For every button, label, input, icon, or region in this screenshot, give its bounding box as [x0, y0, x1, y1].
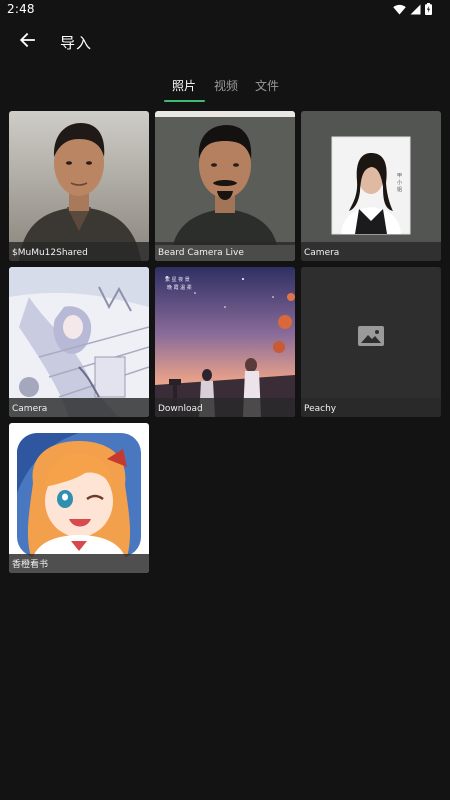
- album-tile[interactable]: Camera: [9, 267, 149, 417]
- page-title: 导入: [60, 34, 93, 52]
- album-thumbnail: 甲 小 姐: [301, 111, 441, 261]
- status-bar: 2:48: [0, 0, 450, 18]
- status-time: 2:48: [7, 2, 35, 16]
- album-thumbnail: 繁 星 夜 景 晚 霞 温 柔: [155, 267, 295, 417]
- album-thumbnail: [301, 267, 441, 417]
- album-tile[interactable]: Peachy: [301, 267, 441, 417]
- svg-text:甲: 甲: [397, 173, 402, 179]
- album-thumbnail: [9, 423, 149, 573]
- arrow-left-icon: [19, 32, 35, 52]
- tab-photos[interactable]: 照片: [172, 77, 196, 94]
- album-thumbnail: [155, 111, 295, 261]
- album-name: Camera: [12, 404, 48, 414]
- tab-files[interactable]: 文件: [255, 77, 279, 94]
- album-tile[interactable]: Beard Camera Live: [155, 111, 295, 261]
- album-tile[interactable]: 香橙看书: [9, 423, 149, 573]
- tab-bar: 照片 视频 文件: [0, 72, 450, 104]
- album-name: Peachy: [304, 404, 337, 414]
- image-placeholder-icon: [358, 325, 384, 350]
- album-name: Beard Camera Live: [158, 248, 244, 258]
- album-name: Camera: [304, 248, 340, 258]
- album-thumbnail: [9, 267, 149, 417]
- wifi-icon: [393, 4, 406, 15]
- app-bar: 导入: [0, 18, 450, 66]
- svg-text:姐: 姐: [397, 186, 402, 193]
- album-name: 香橙看书: [12, 560, 49, 570]
- import-screen: 2:48 导入 照片 视频 文件 $MuMu12Shared Beard Cam…: [0, 0, 450, 800]
- album-thumbnail: [9, 111, 149, 261]
- album-tile[interactable]: 甲 小 姐 Camera: [301, 111, 441, 261]
- tab-indicator: [164, 100, 205, 102]
- battery-icon: [425, 3, 432, 15]
- svg-text:繁 星 夜 景: 繁 星 夜 景: [165, 276, 190, 283]
- album-tile[interactable]: $MuMu12Shared: [9, 111, 149, 261]
- svg-text:晚 霞 温 柔: 晚 霞 温 柔: [167, 284, 192, 291]
- album-name: $MuMu12Shared: [12, 248, 88, 258]
- album-name: Download: [158, 404, 203, 414]
- album-tile[interactable]: 繁 星 夜 景 晚 霞 温 柔 Download: [155, 267, 295, 417]
- status-icons: [393, 3, 432, 15]
- tab-videos[interactable]: 视频: [214, 77, 238, 94]
- cell-signal-icon: [410, 4, 421, 15]
- svg-text:小: 小: [397, 179, 402, 186]
- back-button[interactable]: [12, 27, 42, 57]
